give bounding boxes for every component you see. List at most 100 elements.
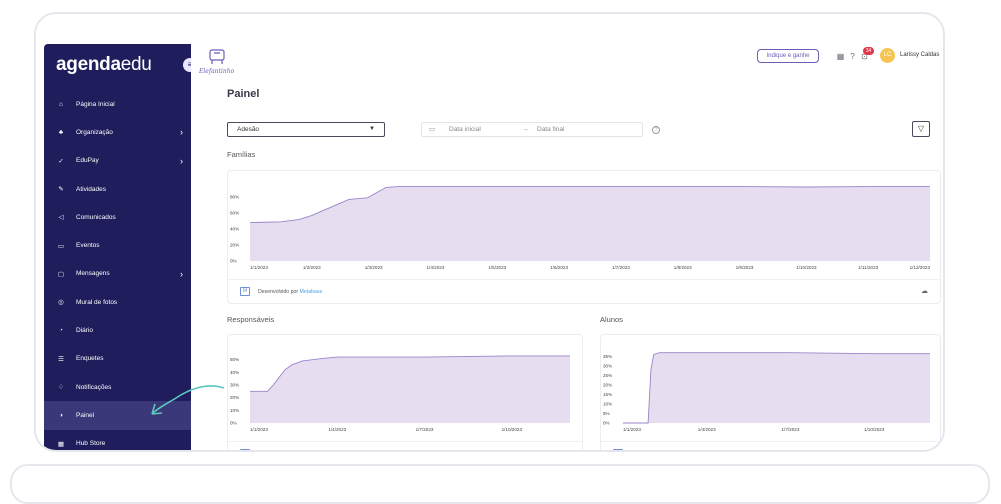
series-area [250, 355, 570, 423]
date-end-input[interactable]: Data final [537, 123, 564, 136]
stopwatch-icon: ◔ [59, 327, 63, 335]
y-tick-label: 10% [603, 402, 612, 407]
x-tick-label: 1/8/2023 [674, 265, 692, 270]
date-start-input[interactable]: Data inicial [449, 123, 481, 136]
sidebar-item-label: EduPay [76, 157, 99, 165]
y-tick-label: 15% [603, 392, 612, 397]
sidebar-item[interactable]: ✎ Atividades [44, 175, 191, 203]
page-title: Painel [227, 88, 260, 100]
sidebar-item[interactable]: ▢ Mensagens › [44, 260, 191, 288]
x-tick-label: 1/6/2023 [550, 265, 568, 270]
megaphone-icon: ◁ [58, 214, 64, 222]
notification-badge: 34 [863, 47, 874, 55]
y-tick-label: 5% [603, 411, 610, 416]
x-tick-label: 1/3/2023 [365, 265, 383, 270]
y-tick-label: 80% [230, 195, 239, 200]
x-tick-label: 1/1/2023 [250, 427, 268, 432]
x-tick-label: 1/7/2023 [782, 427, 800, 432]
sidebar-item-label: Enquetes [76, 355, 104, 363]
card-footer: M Desenvolvido por Metabase ☁ [228, 441, 582, 452]
metabase-logo-icon: M [240, 287, 250, 296]
gift-icon[interactable]: ▦ [836, 52, 845, 61]
help-icon[interactable]: ? [848, 52, 857, 61]
filter-button[interactable]: ▽ [912, 121, 930, 137]
sidebar-item[interactable]: ♣ Organização › [44, 118, 191, 146]
metabase-logo-icon: M [613, 449, 623, 450]
bottom-panel [10, 464, 990, 504]
sidebar-item[interactable]: ⌂ Página Inicial [44, 90, 191, 118]
calendar-icon: ▭ [57, 242, 65, 250]
metric-select-value: Adesão [237, 126, 260, 133]
chart-alunos: 0% 5% 10% 15% 20% 25% 30% 35% 1/1/2023 1/4/2023 1/… [603, 352, 930, 432]
pencil-icon: ✎ [58, 186, 64, 194]
x-tick-label: 1/10/2023 [864, 427, 885, 432]
powered-by: Desenvolvido por Metabase [258, 289, 323, 295]
bell-icon: ♢ [58, 384, 64, 392]
sidebar-item-label: Eventos [76, 242, 100, 250]
sidebar-item-label: Hub Store [76, 440, 106, 448]
x-tick-label: 1/1/2023 [250, 265, 268, 270]
metabase-link[interactable]: Metabase [300, 451, 323, 452]
x-tick-label: 1/5/2023 [488, 265, 506, 270]
y-tick-label: 20% [230, 395, 239, 400]
metric-select[interactable]: Adesão ▼ [227, 122, 385, 137]
x-tick-label: 1/7/2023 [612, 265, 630, 270]
sidebar-item[interactable]: ▦ Hub Store [44, 430, 191, 450]
sidebar-item[interactable]: ▭ Eventos [44, 231, 191, 259]
y-tick-label: 10% [230, 408, 239, 413]
section-alunos: Alunos [600, 315, 623, 324]
sidebar-item-label: Mural de fotos [76, 298, 118, 306]
sidebar-item-label: Painel [76, 411, 95, 419]
section-responsaveis: Responsáveis [227, 315, 275, 324]
x-tick-label: 1/10/2023 [796, 265, 817, 270]
y-tick-label: 30% [603, 364, 612, 369]
sidebar-item-label: Notificações [76, 383, 112, 391]
sidebar-item[interactable]: ◎ Mural de fotos [44, 288, 191, 316]
y-tick-label: 50% [230, 357, 239, 362]
chart-card-familias: 0% 20% 40% 60% 80% 1/1/2023 1/2/2023 1/3/2023 1/… [227, 170, 941, 304]
date-range-picker[interactable]: ▭ Data inicial → Data final [421, 122, 643, 137]
sidebar-item[interactable]: ◁ Comunicados [44, 203, 191, 231]
app-window: agendaedu ≡ ⌂ Página Inicial ♣ Organização ›… [34, 12, 945, 452]
x-tick-label: 1/4/2023 [427, 265, 445, 270]
camera-icon: ◎ [58, 299, 64, 307]
funnel-icon: ▽ [917, 124, 925, 133]
gauge-icon: ◑ [59, 411, 63, 419]
x-tick-label: 1/1/2023 [623, 427, 641, 432]
y-tick-label: 0% [230, 421, 237, 426]
y-tick-label: 30% [230, 383, 239, 388]
y-tick-label: 60% [230, 211, 239, 216]
x-tick-label: 1/4/2023 [328, 427, 346, 432]
powered-by: Desenvolvido por Metabase [258, 451, 322, 452]
sidebar-item-label: Organização [76, 128, 113, 136]
sidebar-item-label: Comunicados [76, 213, 116, 221]
y-tick-label: 20% [230, 243, 239, 248]
y-tick-label: 40% [230, 370, 239, 375]
brand-logo: agendaedu [56, 54, 152, 75]
powered-by: Desenvolvido por Metabase [631, 451, 695, 452]
sidebar-item[interactable]: ✓ EduPay › [44, 147, 191, 175]
y-tick-label: 25% [603, 373, 612, 378]
download-icon[interactable]: ☁ [921, 449, 928, 450]
chat-icon: ▢ [57, 270, 65, 278]
sidebar-item-label: Atividades [76, 185, 106, 193]
download-icon[interactable]: ☁ [921, 287, 928, 295]
metabase-link[interactable]: Metabase [673, 451, 696, 452]
sidebar-item-label: Diário [76, 327, 93, 335]
sidebar-item[interactable]: ☰ Enquetes [44, 345, 191, 373]
sidebar-item[interactable]: ◔ Diário [44, 316, 191, 344]
x-tick-label: 1/4/2023 [698, 427, 716, 432]
avatar[interactable]: LC [880, 48, 895, 63]
refer-button[interactable]: Indique e ganhe [757, 49, 819, 63]
x-tick-label: 1/7/2023 [416, 427, 434, 432]
chevron-right-icon: › [180, 127, 183, 138]
user-name[interactable]: Larissy Caldas [900, 52, 939, 58]
x-tick-label: 1/11/2023 [858, 265, 879, 270]
x-tick-label: 1/12/2023 [910, 265, 931, 270]
chevron-right-icon: › [180, 268, 183, 279]
sidebar-item-label: Mensagens [76, 270, 110, 278]
card-footer: M Desenvolvido por Metabase ☁ [601, 441, 940, 452]
download-icon[interactable]: ☁ [563, 449, 570, 450]
info-icon[interactable]: ? [652, 126, 660, 134]
metabase-link[interactable]: Metabase [300, 289, 323, 295]
